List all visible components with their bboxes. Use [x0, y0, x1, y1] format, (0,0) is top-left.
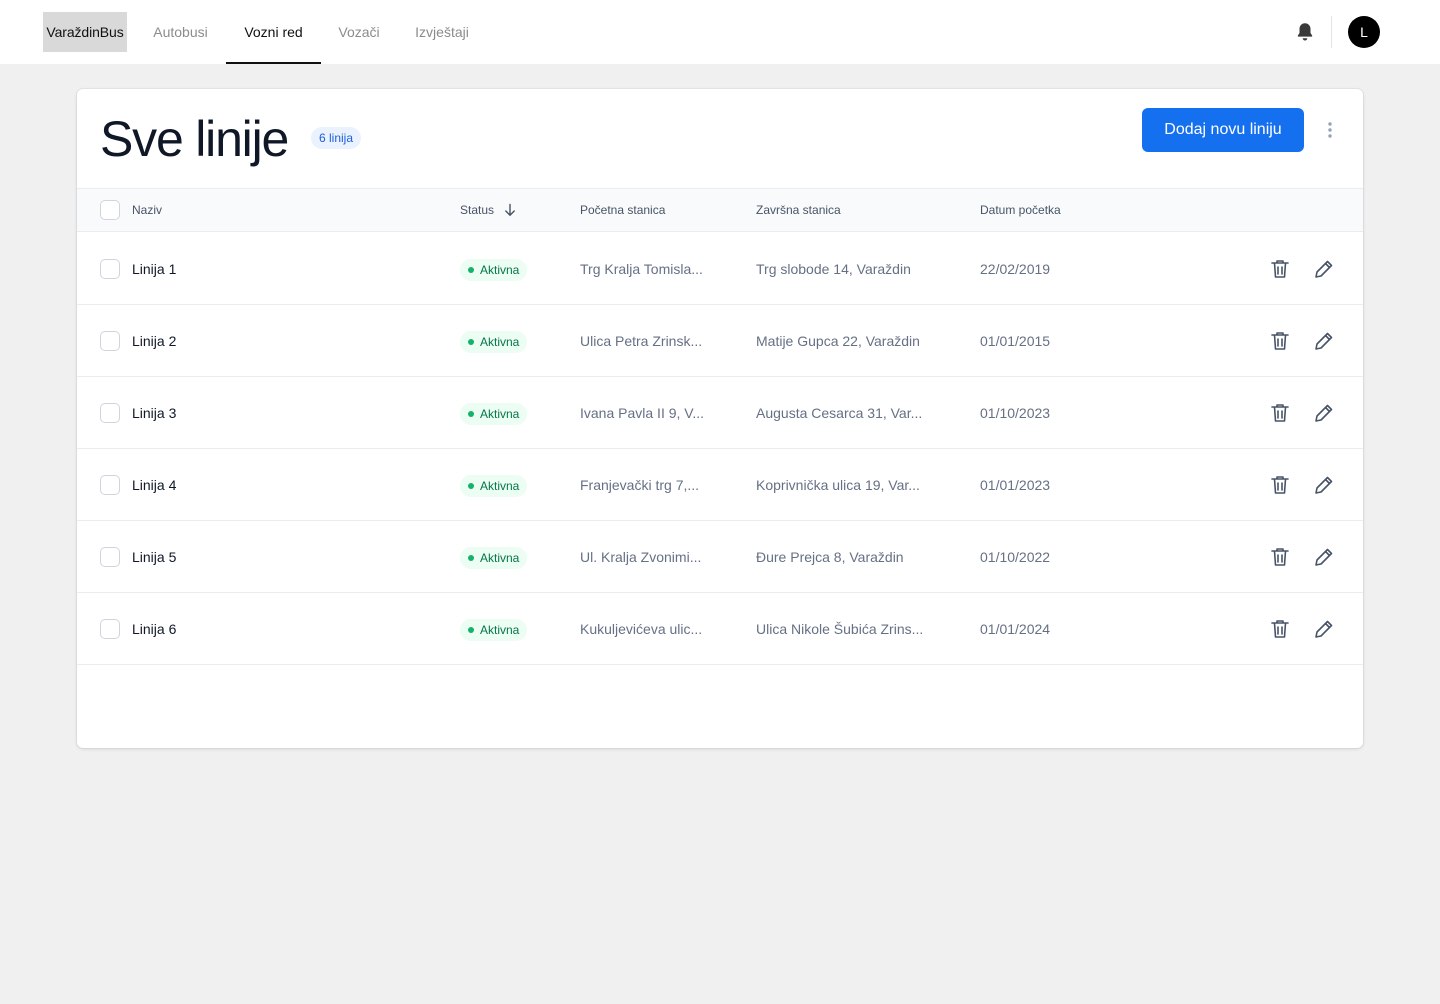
start-date: 01/10/2022: [980, 549, 1051, 565]
nav-link-vozaci[interactable]: Vozači: [329, 0, 389, 64]
user-avatar[interactable]: L: [1348, 16, 1380, 48]
column-header-start-station[interactable]: Početna stanica: [580, 189, 665, 231]
end-station: Trg slobode 14, Varaždin: [756, 261, 911, 277]
start-station: Ulica Petra Zrinsk...: [580, 333, 703, 349]
pencil-icon[interactable]: [1312, 257, 1336, 281]
table-row[interactable]: Linija 2 Aktivna Ulica Petra Zrinsk... Mati…: [77, 305, 1363, 377]
status-badge: Aktivna: [460, 619, 528, 641]
trash-icon[interactable]: [1268, 329, 1292, 353]
nav-divider: [1331, 16, 1332, 48]
row-checkbox[interactable]: [100, 331, 120, 351]
start-station: Ivana Pavla II 9, V...: [580, 405, 705, 421]
more-vertical-icon[interactable]: [1321, 118, 1339, 142]
end-station: Augusta Cesarca 31, Var...: [756, 405, 923, 421]
column-header-start-date[interactable]: Datum početka: [980, 189, 1061, 231]
table-row[interactable]: Linija 3 Aktivna Ivana Pavla II 9, V... Aug…: [77, 377, 1363, 449]
status-dot: [468, 555, 474, 561]
status-badge: Aktivna: [460, 403, 528, 425]
line-name[interactable]: Linija 3: [132, 377, 432, 449]
status-badge: Aktivna: [460, 475, 528, 497]
row-checkbox[interactable]: [100, 475, 120, 495]
end-station: Ulica Nikole Šubića Zrins...: [756, 621, 924, 637]
column-header-end-station[interactable]: Završna stanica: [756, 189, 841, 231]
line-name[interactable]: Linija 1: [132, 233, 432, 305]
table-row[interactable]: Linija 4 Aktivna Franjevački trg 7,... Kopr…: [77, 449, 1363, 521]
start-station: Franjevački trg 7,...: [580, 477, 700, 493]
start-date: 01/01/2023: [980, 477, 1051, 493]
row-checkbox[interactable]: [100, 547, 120, 567]
status-label: Aktivna: [480, 335, 520, 349]
trash-icon[interactable]: [1268, 545, 1292, 569]
add-line-button[interactable]: Dodaj novu liniju: [1142, 108, 1304, 152]
row-checkbox[interactable]: [100, 619, 120, 639]
count-badge: 6 linija: [311, 127, 362, 149]
trash-icon[interactable]: [1268, 473, 1292, 497]
status-label: Aktivna: [480, 551, 520, 565]
status-badge: Aktivna: [460, 547, 528, 569]
status-dot: [468, 411, 474, 417]
pencil-icon[interactable]: [1312, 545, 1336, 569]
pencil-icon[interactable]: [1312, 617, 1336, 641]
status-badge: Aktivna: [460, 331, 528, 353]
pencil-icon[interactable]: [1312, 473, 1336, 497]
trash-icon[interactable]: [1268, 257, 1292, 281]
line-name[interactable]: Linija 4: [132, 449, 432, 521]
table-row[interactable]: Linija 1 Aktivna Trg Kralja Tomisla... Trg …: [77, 233, 1363, 305]
trash-icon[interactable]: [1268, 401, 1292, 425]
page-title: Sve linije: [100, 111, 289, 167]
status-label: Aktivna: [480, 479, 520, 493]
column-header-name[interactable]: Naziv: [132, 189, 162, 231]
pencil-icon[interactable]: [1312, 329, 1336, 353]
status-dot: [468, 483, 474, 489]
start-date: 01/01/2024: [980, 621, 1051, 637]
table-row[interactable]: Linija 5 Aktivna Ul. Kralja Zvonimi... Đure…: [77, 521, 1363, 593]
top-navbar: VaraždinBus Autobusi Vozni red Vozači Iz…: [0, 0, 1440, 64]
start-date: 01/10/2023: [980, 405, 1051, 421]
start-station: Ul. Kralja Zvonimi...: [580, 549, 702, 565]
brand-logo[interactable]: VaraždinBus: [43, 12, 127, 52]
status-label: Aktivna: [480, 407, 520, 421]
nav-link-izvjestaji[interactable]: Izvještaji: [405, 0, 479, 64]
select-all-checkbox[interactable]: [100, 200, 120, 220]
start-date: 22/02/2019: [980, 261, 1051, 277]
status-dot: [468, 267, 474, 273]
end-station: Matije Gupca 22, Varaždin: [756, 333, 920, 349]
lines-card: Sve linije 6 linija Dodaj novu liniju Na…: [77, 89, 1363, 748]
table-header: Naziv Status Početna stanica Završna sta…: [77, 188, 1363, 232]
status-label: Aktivna: [480, 623, 520, 637]
status-label: Aktivna: [480, 263, 520, 277]
end-station: Đure Prejca 8, Varaždin: [756, 549, 904, 565]
status-badge: Aktivna: [460, 259, 528, 281]
nav-link-vozni-red[interactable]: Vozni red: [226, 0, 321, 64]
trash-icon[interactable]: [1268, 617, 1292, 641]
start-station: Kukuljevićeva ulic...: [580, 621, 703, 637]
start-station: Trg Kralja Tomisla...: [580, 261, 703, 277]
line-name[interactable]: Linija 6: [132, 593, 432, 665]
status-dot: [468, 339, 474, 345]
pencil-icon[interactable]: [1312, 401, 1336, 425]
row-checkbox[interactable]: [100, 259, 120, 279]
nav-link-autobusi[interactable]: Autobusi: [143, 0, 218, 64]
row-checkbox[interactable]: [100, 403, 120, 423]
table-row[interactable]: Linija 6 Aktivna Kukuljevićeva ulic... Ulic…: [77, 593, 1363, 665]
start-date: 01/01/2015: [980, 333, 1051, 349]
arrow-down-icon[interactable]: [503, 203, 517, 217]
end-station: Koprivnička ulica 19, Var...: [756, 477, 920, 493]
column-header-status[interactable]: Status: [460, 189, 494, 231]
line-name[interactable]: Linija 5: [132, 521, 432, 593]
bell-icon[interactable]: [1294, 21, 1316, 43]
status-dot: [468, 627, 474, 633]
line-name[interactable]: Linija 2: [132, 305, 432, 377]
